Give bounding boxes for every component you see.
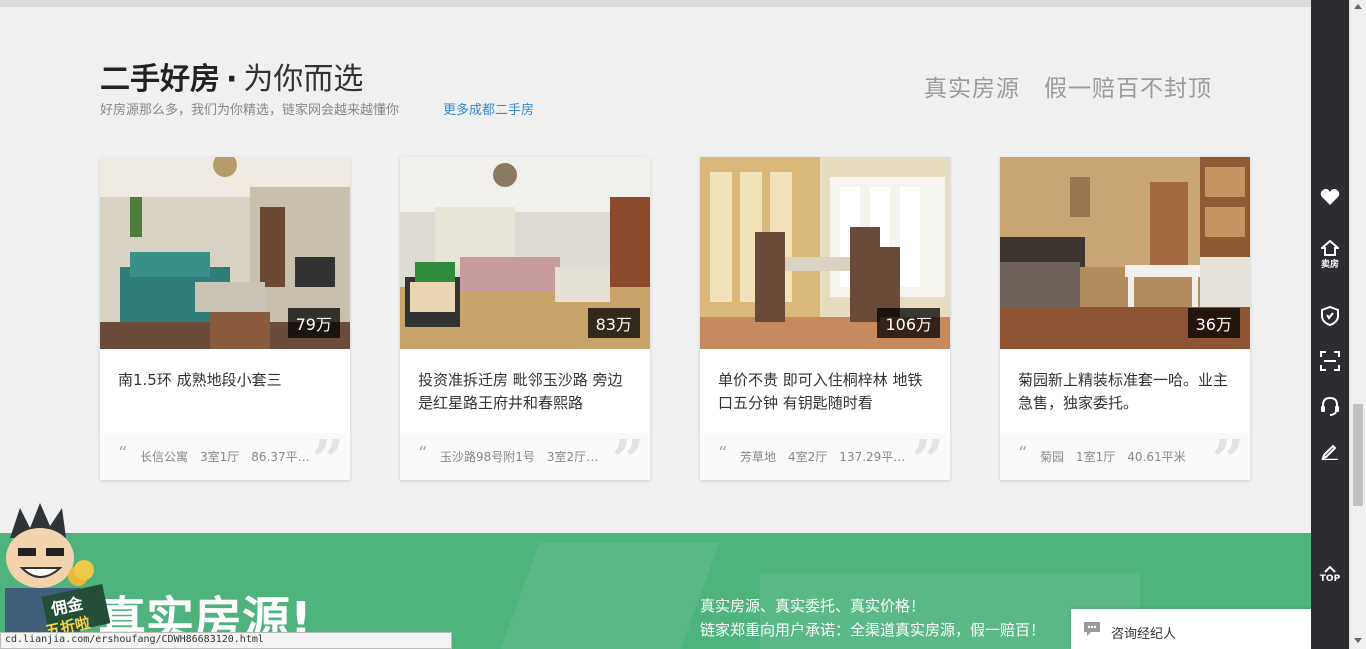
quote-open-icon: “ [1018,443,1028,464]
scan-icon [1311,351,1349,371]
listing-layout: 3室2厅 [546,450,587,464]
more-listings-link[interactable]: 更多成都二手房 [443,99,534,118]
favorites-button[interactable] [1311,188,1349,206]
shield-icon [1311,306,1349,326]
listing-card[interactable]: 79万 南1.5环 成熟地段小套三 “ 长信公寓3室1厅86.37平米.. ” [100,157,350,489]
back-to-top-label: TOP [1319,574,1341,584]
listing-info: 芳草地 4室2厅 137.29平米 [740,448,910,465]
quote-open-icon: “ [418,443,428,464]
quote-close-icon: ” [311,428,344,494]
listing-description[interactable]: 南1.5环 成熟地段小套三 [118,369,332,392]
listing-card[interactable]: 36万 菊园新上精装标准套一哈。业主急售，独家委托。 “ 菊园 1室1厅 40.61… [1000,157,1250,489]
banner-bg-shape [500,543,720,649]
pencil-icon [1311,442,1349,460]
listing-area: 137.29平米 [839,450,906,464]
quote-close-icon: ” [1211,428,1244,494]
top-divider-strip [0,0,1311,7]
listing-price: 106万 [877,308,940,338]
heart-icon [1311,188,1349,206]
scroll-up-arrow-icon[interactable] [1354,4,1362,9]
listing-footer: “ 长信公寓3室1厅86.37平米.. ” [100,433,350,489]
headset-icon [1311,396,1349,416]
listing-area: 40.61平米 [1127,450,1186,464]
listing-community: 芳草地 [740,450,777,464]
listing-price: 83万 [587,308,640,338]
quote-open-icon: “ [118,443,128,464]
listing-info: 玉沙路98号附1号 3室2厅 8.. [440,448,610,465]
listing-layout: 4室2厅 [788,450,828,464]
listing-layout: 3室1厅 [200,450,240,464]
chat-bubble-icon [1083,621,1101,641]
section-title-light: 为你而选 [243,62,364,97]
listing-community: 长信公寓 [140,450,189,464]
listing-footer: “ 菊园 1室1厅 40.61平米 ” [1000,433,1250,489]
listing-info: 菊园 1室1厅 40.61平米 [1040,448,1210,465]
listing-area: 86.37平米.. [251,450,310,464]
listing-community: 菊园 [1040,450,1065,464]
customer-service-button[interactable] [1311,396,1349,416]
section-title-dot: · [226,62,238,97]
listing-description[interactable]: 菊园新上精装标准套一哈。业主急售，独家委托。 [1018,369,1232,415]
listing-price: 36万 [1187,308,1240,338]
listing-description[interactable]: 单价不贵 即可入住桐梓林 地铁口五分钟 有钥匙随时看 [718,369,932,415]
listing-info: 长信公寓 3室1厅 86.37平米.. [140,448,310,465]
scroll-down-arrow-icon[interactable] [1354,638,1362,643]
listing-price: 79万 [287,308,340,338]
quote-open-icon: “ [718,443,728,464]
listing-description[interactable]: 投资准拆迁房 毗邻玉沙路 旁边是红星路王府井和春熙路 [418,369,632,415]
protection-button[interactable] [1311,306,1349,326]
status-bar-url: cd.lianjia.com/ershoufang/CDWH86683120.h… [0,632,452,649]
back-to-top-button[interactable]: TOP [1311,566,1349,584]
consult-agent-label: 咨询经纪人 [1111,627,1177,642]
feedback-button[interactable] [1311,442,1349,460]
section-title: 二手好房 · 为你而选 [100,54,363,98]
sell-house-label: 卖房 [1320,260,1339,270]
section-slogan: 真实房源 假一赔百不封顶 [924,76,1212,102]
listing-community: 玉沙路98号附1号 [440,450,535,464]
listing-footer: “ 玉沙路98号附1号3室2厅8.. ” [400,433,650,489]
banner-line-2: 链家郑重向用户承诺：全渠道真实房源，假一赔百！ [700,621,1046,639]
quote-close-icon: ” [611,428,644,494]
consult-agent-bar[interactable]: 咨询经纪人 [1071,609,1311,649]
listing-footer: “ 芳草地 4室2厅 137.29平米 ” [700,433,950,489]
listing-layout: 1室1厅 [1076,450,1116,464]
listing-card[interactable]: 106万 单价不贵 即可入住桐梓林 地铁口五分钟 有钥匙随时看 “ 芳草地 4室2… [700,157,950,489]
section-subtitle: 好房源那么多，我们为你精选，链家网会越来越懂你 [100,103,400,118]
page-scrollbar[interactable] [1349,0,1366,649]
quote-close-icon: ” [911,428,944,494]
mascot-illustration: 佣金 五折啦 [0,498,111,641]
sell-house-button[interactable]: 卖房 [1311,240,1349,270]
scan-qr-button[interactable] [1311,351,1349,371]
listing-area: 8.. [598,450,610,464]
section-title-bold: 二手好房 [100,62,220,97]
arrow-up-icon [1311,566,1349,573]
scrollbar-thumb[interactable] [1353,404,1363,506]
house-icon [1311,240,1349,256]
listing-card[interactable]: 83万 投资准拆迁房 毗邻玉沙路 旁边是红星路王府井和春熙路 “ 玉沙路98号附… [400,157,650,489]
banner-line-1: 真实房源、真实委托、真实价格！ [700,597,926,615]
right-toolbar: 卖房 TOP [1311,0,1349,649]
